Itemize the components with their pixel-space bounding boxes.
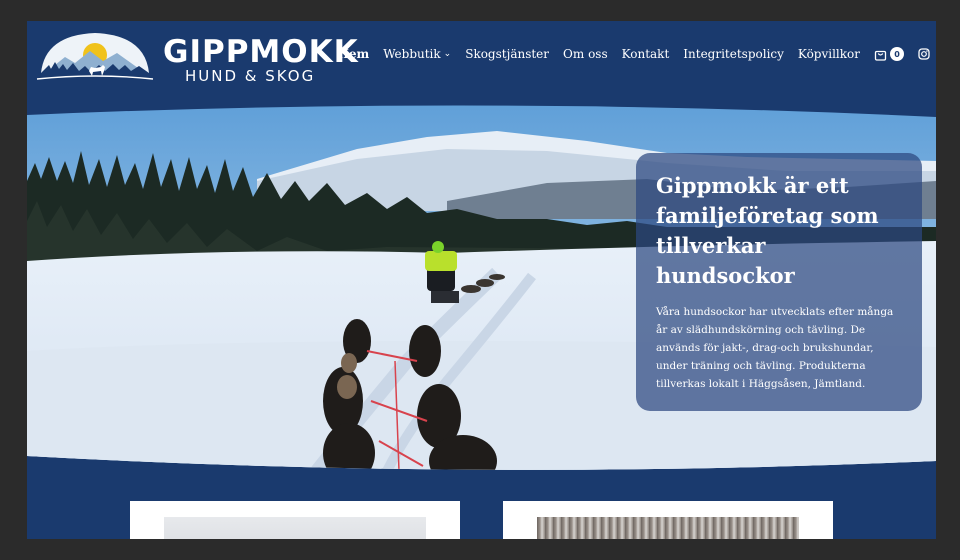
site-frame: GIPPMOKK HUND & SKOG Hem Webbutik ⌄ Skogs… — [27, 21, 936, 539]
main-nav: Hem Webbutik ⌄ Skogstjänster Om oss Konta… — [338, 47, 930, 61]
nav-label: Om oss — [563, 47, 608, 61]
product-card[interactable] — [503, 501, 833, 539]
nav-item-webbutik[interactable]: Webbutik ⌄ — [383, 47, 451, 61]
nav-item-kontakt[interactable]: Kontakt — [622, 47, 670, 61]
cart-count-badge: 0 — [890, 47, 904, 61]
nav-label: Hem — [337, 47, 370, 61]
nav-label: Kontakt — [621, 47, 670, 61]
brand-subtitle: HUND & SKOG — [185, 67, 316, 85]
nav-label: Köpvillkor — [797, 47, 860, 61]
hero-heading: Gippmokk är ett familjeföretag som tillv… — [656, 173, 879, 288]
cart-button[interactable]: 0 — [874, 47, 904, 61]
site-logo[interactable]: GIPPMOKK HUND & SKOG — [35, 29, 358, 89]
instagram-link[interactable] — [918, 48, 930, 60]
product-image[interactable] — [164, 517, 426, 539]
hero-section: Gippmokk är ett familjeföretag som tillv… — [27, 101, 936, 471]
nav-item-skogstjanster[interactable]: Skogstjänster — [465, 47, 549, 61]
nav-label: Skogstjänster — [465, 47, 550, 61]
shopping-bag-icon — [874, 50, 887, 61]
nav-item-kopvillkor[interactable]: Köpvillkor — [798, 47, 860, 61]
product-image[interactable] — [537, 517, 799, 539]
chevron-down-icon: ⌄ — [443, 49, 452, 59]
product-card[interactable] — [130, 501, 460, 539]
hero-description: Våra hundsockor har utvecklats efter mån… — [656, 306, 894, 390]
instagram-icon — [918, 48, 930, 60]
nav-item-hem[interactable]: Hem — [338, 47, 370, 61]
logo-mountain-dog-icon — [36, 33, 154, 80]
nav-label: Integritetspolicy — [683, 47, 784, 61]
nav-label: Webbutik — [383, 47, 441, 61]
brand-title: GIPPMOKK — [163, 34, 359, 70]
nav-item-integritetspolicy[interactable]: Integritetspolicy — [683, 47, 784, 61]
hero-text-panel: Gippmokk är ett familjeföretag som tillv… — [636, 153, 922, 411]
nav-item-om-oss[interactable]: Om oss — [563, 47, 608, 61]
